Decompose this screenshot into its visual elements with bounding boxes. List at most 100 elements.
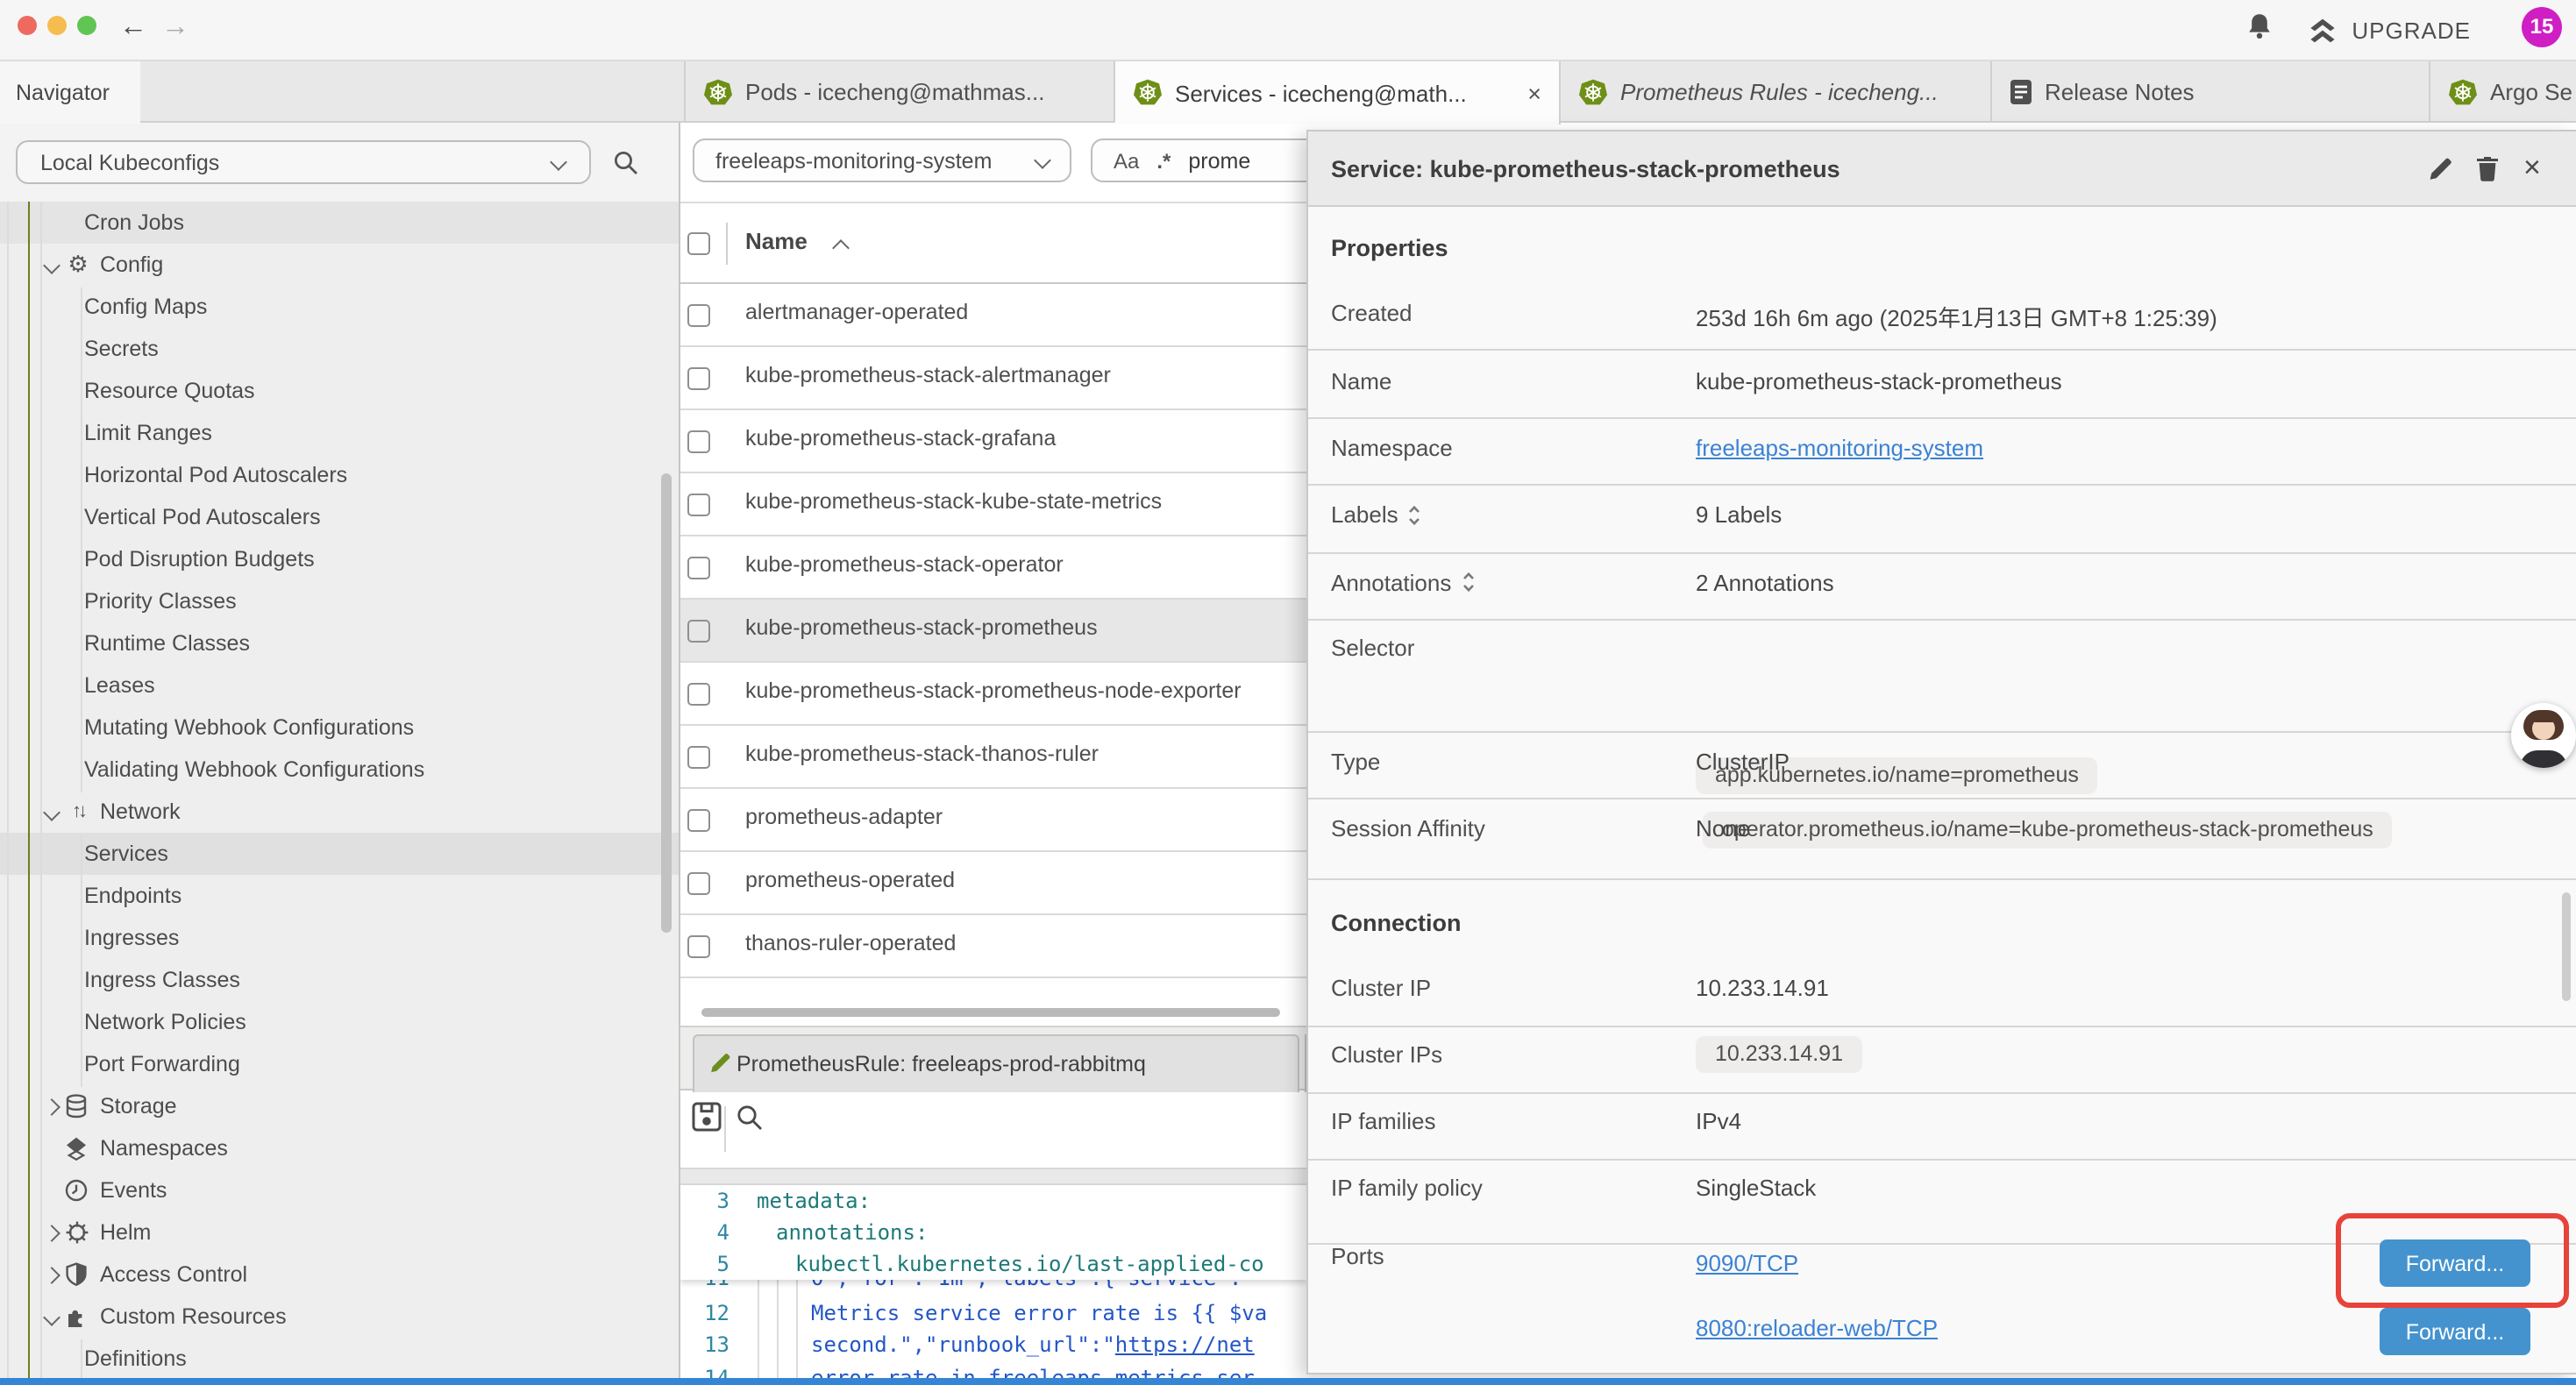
back-button[interactable]: ← (119, 8, 147, 46)
row-checkbox[interactable] (687, 493, 710, 515)
notification-badge[interactable]: 15 (2522, 6, 2562, 46)
sidebar-item-endpoints[interactable]: Endpoints (0, 875, 679, 917)
table-row[interactable]: kube-prometheus-stack-grafana (680, 410, 1306, 473)
horizontal-scrollbar[interactable] (701, 1008, 1280, 1017)
sidebar-item-mutating-webhook-configurations[interactable]: Mutating Webhook Configurations (0, 707, 679, 749)
sidebar-item-resource-quotas[interactable]: Resource Quotas (0, 370, 679, 412)
tab-services[interactable]: Services - icecheng@math... × (1115, 61, 1561, 124)
regex-toggle[interactable]: .* (1156, 148, 1171, 173)
code-line[interactable]: 4annotations: (680, 1217, 1306, 1248)
table-row[interactable]: kube-prometheus-stack-thanos-ruler (680, 726, 1306, 789)
sidebar-item-storage[interactable]: Storage (0, 1085, 679, 1127)
table-row[interactable]: thanos-ruler-operated (680, 915, 1306, 978)
row-checkbox[interactable] (687, 430, 710, 452)
close-tab-icon[interactable]: × (1517, 80, 1541, 106)
table-row[interactable]: prometheus-adapter (680, 789, 1306, 852)
table-row[interactable]: alertmanager-operated (680, 284, 1306, 347)
expand-updown-icon[interactable] (1407, 504, 1423, 525)
sidebar-item-runtime-classes[interactable]: Runtime Classes (0, 622, 679, 664)
forward-button[interactable]: → (161, 8, 189, 46)
sidebar-item-priority-classes[interactable]: Priority Classes (0, 580, 679, 622)
code-line[interactable]: 12Metrics service error rate is {{ $va (680, 1296, 1306, 1328)
code-line[interactable]: 5kubectl.kubernetes.io/last-applied-co (680, 1248, 1306, 1280)
sidebar-item-network[interactable]: ↑↓Network (0, 791, 679, 833)
row-checkbox[interactable] (687, 682, 710, 705)
sidebar-item-horizontal-pod-autoscalers[interactable]: Horizontal Pod Autoscalers (0, 454, 679, 496)
code-line[interactable]: 13second.","runbook_url":"https://net (680, 1329, 1306, 1360)
table-row-selected[interactable]: kube-prometheus-stack-prometheus (680, 600, 1306, 663)
sidebar-item-config[interactable]: ⚙Config (0, 244, 679, 286)
tab-argo[interactable]: Argo Se (2430, 61, 2576, 123)
table-row[interactable]: kube-prometheus-stack-operator (680, 536, 1306, 600)
upgrade-button[interactable]: UPGRADE (2308, 0, 2471, 60)
row-checkbox[interactable] (687, 745, 710, 768)
close-icon[interactable]: × (2523, 147, 2541, 189)
row-checkbox[interactable] (687, 619, 710, 642)
panel-scrollbar[interactable] (2562, 892, 2571, 1001)
tab-pods[interactable]: Pods - icecheng@mathmas... (684, 61, 1115, 123)
traffic-light-minimize[interactable] (47, 16, 67, 35)
sidebar-item-definitions[interactable]: Definitions (0, 1338, 679, 1378)
sidebar-item-access-control[interactable]: Access Control (0, 1254, 679, 1296)
sidebar-item-port-forwarding[interactable]: Port Forwarding (0, 1043, 679, 1085)
sidebar-item-leases[interactable]: Leases (0, 664, 679, 707)
sort-ascending-icon[interactable] (832, 239, 850, 257)
row-checkbox[interactable] (687, 366, 710, 389)
search-icon[interactable] (735, 1103, 765, 1133)
navigator-panel-tab[interactable]: Navigator (0, 61, 140, 124)
code-line[interactable]: 14error rate in freeleaps metrics ser (680, 1361, 1306, 1378)
row-checkbox[interactable] (687, 934, 710, 957)
code-link[interactable]: https://net (1115, 1332, 1255, 1357)
property-row-selector: Selector (1308, 635, 2576, 670)
code-line-partial[interactable]: 110","for":"1m","labels":{"service": (680, 1280, 1306, 1294)
table-row[interactable]: prometheus-operated (680, 852, 1306, 915)
sidebar-item-ingress-classes[interactable]: Ingress Classes (0, 959, 679, 1001)
kubeconfig-selector[interactable]: Local Kubeconfigs (16, 140, 591, 184)
sidebar-item-secrets[interactable]: Secrets (0, 328, 679, 370)
filter-search-input[interactable]: Aa .* prome (1091, 138, 1306, 182)
port-link[interactable]: 9090/TCP (1696, 1250, 1798, 1276)
traffic-light-close[interactable] (18, 16, 37, 35)
bell-icon[interactable] (2246, 12, 2273, 42)
avatar[interactable] (2511, 703, 2576, 768)
sidebar-item-pod-disruption-budgets[interactable]: Pod Disruption Budgets (0, 538, 679, 580)
row-checkbox[interactable] (687, 556, 710, 579)
traffic-light-zoom[interactable] (77, 16, 96, 35)
port-link[interactable]: 8080:reloader-web/TCP (1696, 1314, 1938, 1340)
sidebar-item-limit-ranges[interactable]: Limit Ranges (0, 412, 679, 454)
tab-prometheus-rules[interactable]: Prometheus Rules - icecheng... (1561, 61, 1992, 123)
forward-button[interactable]: Forward... (2380, 1308, 2530, 1355)
upgrade-label: UPGRADE (2352, 17, 2471, 43)
sidebar-scrollbar[interactable] (661, 473, 672, 933)
sidebar-item-cron-jobs[interactable]: Cron Jobs (0, 202, 679, 244)
expand-updown-icon[interactable] (1460, 572, 1476, 593)
sidebar-item-events[interactable]: Events (0, 1169, 679, 1211)
table-row[interactable]: kube-prometheus-stack-alertmanager (680, 347, 1306, 410)
table-row[interactable]: kube-prometheus-stack-kube-state-metrics (680, 473, 1306, 536)
save-icon[interactable] (691, 1101, 722, 1133)
code-line[interactable]: 3metadata: (680, 1185, 1306, 1217)
sidebar-item-namespaces[interactable]: Namespaces (0, 1127, 679, 1169)
editor-tab-prometheusrule[interactable]: PrometheusRule: freeleaps-prod-rabbitmq (693, 1034, 1299, 1092)
table-row[interactable]: kube-prometheus-stack-prometheus-node-ex… (680, 663, 1306, 726)
namespace-selector[interactable]: freeleaps-monitoring-system (693, 138, 1071, 182)
select-all-checkbox[interactable] (687, 231, 710, 254)
sidebar-item-network-policies[interactable]: Network Policies (0, 1001, 679, 1043)
column-header-name[interactable]: Name (745, 228, 808, 254)
sidebar-item-vertical-pod-autoscalers[interactable]: Vertical Pod Autoscalers (0, 496, 679, 538)
edit-pencil-icon[interactable] (2427, 154, 2455, 182)
row-checkbox[interactable] (687, 871, 710, 894)
sidebar-item-ingresses[interactable]: Ingresses (0, 917, 679, 959)
row-checkbox[interactable] (687, 303, 710, 326)
sidebar-item-services[interactable]: Services (0, 833, 679, 875)
sidebar-item-validating-webhook-configurations[interactable]: Validating Webhook Configurations (0, 749, 679, 791)
tab-release-notes[interactable]: Release Notes (1992, 61, 2430, 123)
sidebar-item-custom-resources[interactable]: Custom Resources (0, 1296, 679, 1338)
trash-icon[interactable] (2474, 154, 2501, 182)
match-case-toggle[interactable]: Aa (1114, 148, 1139, 173)
search-icon[interactable] (612, 149, 640, 177)
sidebar-item-helm[interactable]: Helm (0, 1211, 679, 1254)
sidebar-item-config-maps[interactable]: Config Maps (0, 286, 679, 328)
namespace-link[interactable]: freeleaps-monitoring-system (1696, 435, 1983, 461)
row-checkbox[interactable] (687, 808, 710, 831)
